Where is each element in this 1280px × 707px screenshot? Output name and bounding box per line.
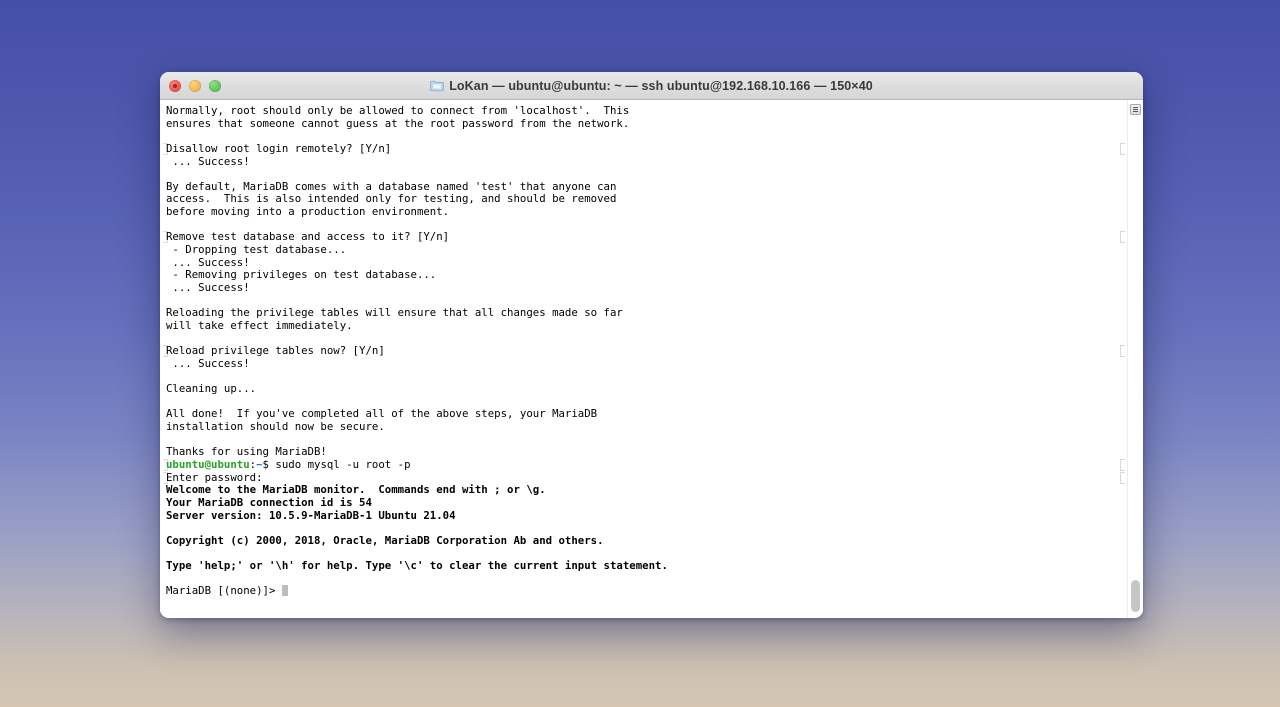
minimize-button[interactable] — [189, 79, 201, 92]
terminal-line: ensures that someone cannot guess at the… — [163, 116, 1125, 131]
terminal-line-text — [163, 433, 166, 446]
terminal-line-text: will take effect immediately. — [166, 318, 353, 332]
terminal-line-text: ... Success! — [166, 280, 250, 294]
terminal-line-text — [163, 369, 166, 382]
terminal-line-text: Normally, root should only be allowed to… — [166, 104, 630, 117]
terminal-line: ... Success! — [163, 356, 1125, 371]
shell-command-text: sudo mysql -u root -p — [268, 457, 411, 471]
shell-prompt-user: ubuntu@ubuntu — [166, 457, 250, 471]
scrollbar-thumb[interactable] — [1131, 580, 1140, 612]
terminal-body[interactable]: Normally, root should only be allowed to… — [160, 100, 1143, 618]
terminal-line-text: Cleaning up... — [166, 382, 257, 396]
terminal-line-text: Server version: 10.5.9-MariaDB-1 Ubuntu … — [166, 508, 456, 522]
terminal-line: ... Success! — [163, 154, 1125, 169]
terminal-line: Welcome to the MariaDB monitor. Commands… — [163, 483, 1125, 497]
terminal-line: Type 'help;' or '\h' for help. Type '\c'… — [163, 559, 1125, 573]
terminal-line-text: Type 'help;' or '\h' for help. Type '\c'… — [166, 559, 668, 573]
terminal-line: Reloading the privilege tables will ensu… — [163, 306, 1125, 320]
folder-icon — [430, 80, 445, 92]
close-button[interactable] — [169, 79, 181, 92]
prompt-mark-right-icon — [1120, 458, 1125, 471]
terminal-line-text — [163, 521, 166, 534]
terminal-line: Normally, root should only be allowed to… — [163, 104, 1125, 118]
terminal-line-text: ubuntu@ubuntu:~$ sudo mysql -u root -p — [163, 458, 411, 471]
terminal-line-text — [163, 218, 166, 231]
terminal-line: before moving into a production environm… — [163, 205, 1125, 219]
window-title-text: LoKan — ubuntu@ubuntu: ~ — ssh ubuntu@19… — [449, 78, 873, 93]
terminal-line-text: MariaDB [(none)]> — [163, 584, 288, 597]
terminal-line-text — [163, 546, 166, 559]
prompt-mark-right-icon — [1120, 345, 1125, 358]
terminal-scrollbar[interactable] — [1127, 100, 1143, 618]
terminal-line: - Removing privileges on test database..… — [163, 269, 1125, 282]
terminal-line-text: - Removing privileges on test database..… — [166, 268, 437, 282]
terminal-line-text: ... Success! — [166, 255, 250, 269]
terminal-line-text: access. This is also intended only for t… — [166, 192, 617, 206]
terminal-line-text: Thanks for using MariaDB! — [166, 445, 327, 459]
terminal-line: - Dropping test database... — [163, 243, 1125, 257]
text-cursor — [281, 585, 288, 597]
terminal-line: Your MariaDB connection id is 54 — [163, 495, 1125, 510]
scroll-up-arrow-icon[interactable] — [1130, 104, 1141, 115]
terminal-line — [163, 168, 1125, 181]
terminal-line-text — [163, 129, 166, 142]
terminal-line: Copyright (c) 2000, 2018, Oracle, MariaD… — [163, 533, 1125, 548]
terminal-line-text: ... Success! — [166, 154, 250, 168]
terminal-line: MariaDB [(none)]> — [163, 585, 1125, 598]
terminal-line — [163, 370, 1125, 383]
terminal-output[interactable]: Normally, root should only be allowed to… — [163, 104, 1125, 618]
terminal-line: installation should now be secure. — [163, 420, 1125, 434]
terminal-line-text: ... Success! — [166, 356, 250, 370]
terminal-line-text: installation should now be secure. — [166, 420, 385, 434]
prompt-mark-right-icon — [1120, 142, 1125, 155]
terminal-line — [163, 573, 1125, 586]
terminal-line-text: Enter password: — [166, 470, 263, 484]
terminal-line-text: Disallow root login remotely? [Y/n] — [166, 141, 392, 155]
terminal-line: Server version: 10.5.9-MariaDB-1 Ubuntu … — [163, 508, 1125, 523]
desktop: { "window": { "title": "LoKan — ubuntu@u… — [0, 0, 1280, 707]
terminal-line-text — [163, 572, 166, 585]
window-controls — [169, 72, 221, 99]
terminal-line-text: - Dropping test database... — [166, 243, 347, 257]
prompt-mark-right-icon — [1120, 471, 1125, 484]
terminal-line-text — [163, 395, 166, 408]
terminal-line-text: before moving into a production environm… — [166, 205, 450, 219]
terminal-line-text: ensures that someone cannot guess at the… — [166, 116, 630, 130]
terminal-line-text — [163, 167, 166, 180]
terminal-line: Reload privilege tables now? [Y/n] — [163, 344, 1125, 358]
terminal-line: Disallow root login remotely? [Y/n] — [163, 141, 1125, 156]
window-title-group: LoKan — ubuntu@ubuntu: ~ — ssh ubuntu@19… — [430, 79, 873, 93]
terminal-line-text: By default, MariaDB comes with a databas… — [166, 179, 617, 193]
terminal-line-text: Reloading the privilege tables will ensu… — [166, 306, 623, 320]
terminal-line-text: Your MariaDB connection id is 54 — [166, 495, 372, 509]
terminal-line: ubuntu@ubuntu:~$ sudo mysql -u root -p — [163, 458, 1125, 472]
terminal-line: will take effect immediately. — [163, 318, 1125, 333]
terminal-line-text: Welcome to the MariaDB monitor. Commands… — [166, 483, 546, 497]
terminal-line: Cleaning up... — [163, 382, 1125, 396]
terminal-line — [163, 522, 1125, 535]
window-titlebar[interactable]: LoKan — ubuntu@ubuntu: ~ — ssh ubuntu@19… — [160, 72, 1143, 100]
terminal-line-text — [163, 294, 166, 307]
terminal-line-text: Remove test database and access to it? [… — [166, 230, 450, 244]
terminal-window[interactable]: LoKan — ubuntu@ubuntu: ~ — ssh ubuntu@19… — [160, 72, 1143, 618]
terminal-line: ... Success! — [163, 280, 1125, 295]
zoom-button[interactable] — [209, 79, 221, 92]
terminal-line-text: Reload privilege tables now? [Y/n] — [166, 344, 385, 358]
prompt-mark-right-icon — [1120, 231, 1125, 244]
terminal-line-text: Copyright (c) 2000, 2018, Oracle, MariaD… — [166, 533, 604, 547]
terminal-line-text: All done! If you've completed all of the… — [166, 407, 598, 421]
terminal-line-text — [163, 332, 166, 345]
